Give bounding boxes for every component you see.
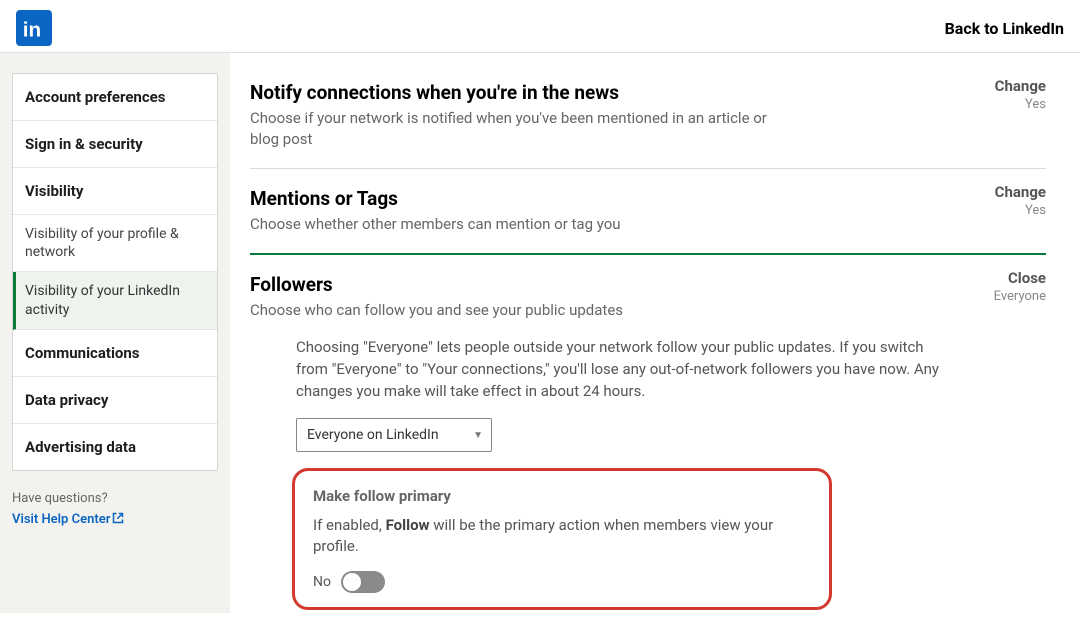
follow-primary-desc: If enabled, Follow will be the primary a… [313, 515, 811, 557]
linkedin-logo[interactable]: in [16, 10, 52, 46]
section-followers: Followers Choose who can follow you and … [250, 255, 1046, 628]
toggle-knob [343, 573, 361, 591]
followers-audience-select[interactable]: Everyone on LinkedIn ▼ [296, 418, 492, 452]
help-question-text: Have questions? [12, 491, 218, 506]
sidebar-sub-visibility-linkedin-activity[interactable]: Visibility of your LinkedIn activity [13, 272, 217, 329]
visit-help-center-link[interactable]: Visit Help Center [12, 512, 124, 528]
sidebar-item-communications[interactable]: Communications [13, 330, 217, 377]
svg-text:in: in [23, 18, 41, 41]
chevron-down-icon: ▼ [473, 430, 483, 441]
news-subtitle: Choose if your network is notified when … [250, 108, 790, 150]
settings-sidebar: Account preferences Sign in & security V… [0, 53, 230, 613]
news-value: Yes [995, 97, 1046, 112]
follow-primary-toggle-label: No [313, 574, 331, 590]
followers-title: Followers [250, 273, 1046, 296]
back-to-linkedin-link[interactable]: Back to LinkedIn [945, 19, 1064, 38]
followers-value: Everyone [994, 289, 1046, 304]
sidebar-item-visibility[interactable]: Visibility [13, 168, 217, 215]
follow-primary-toggle[interactable] [341, 571, 385, 593]
followers-select-value: Everyone on LinkedIn [307, 427, 439, 443]
sidebar-sub-visibility-profile-network[interactable]: Visibility of your profile & network [13, 215, 217, 272]
mentions-subtitle: Choose whether other members can mention… [250, 214, 790, 235]
mentions-change-link[interactable]: Change [995, 183, 1046, 201]
sidebar-item-account-preferences[interactable]: Account preferences [13, 74, 217, 121]
followers-body-text: Choosing "Everyone" lets people outside … [296, 337, 950, 402]
make-follow-primary-callout: Make follow primary If enabled, Follow w… [292, 468, 832, 610]
sidebar-item-advertising-data[interactable]: Advertising data [13, 424, 217, 470]
section-notify-news: Notify connections when you're in the ne… [250, 63, 1046, 169]
help-link-label: Visit Help Center [12, 512, 110, 527]
news-title: Notify connections when you're in the ne… [250, 81, 1046, 104]
mentions-title: Mentions or Tags [250, 187, 1046, 210]
followers-subtitle: Choose who can follow you and see your p… [250, 300, 790, 321]
settings-main: Notify connections when you're in the ne… [230, 53, 1080, 628]
sidebar-item-signin-security[interactable]: Sign in & security [13, 121, 217, 168]
follow-primary-heading: Make follow primary [313, 487, 811, 505]
news-change-link[interactable]: Change [995, 77, 1046, 95]
followers-close-link[interactable]: Close [994, 269, 1046, 287]
section-mentions-tags: Mentions or Tags Choose whether other me… [250, 169, 1046, 255]
external-link-icon [112, 512, 124, 528]
mentions-value: Yes [995, 203, 1046, 218]
sidebar-item-data-privacy[interactable]: Data privacy [13, 377, 217, 424]
